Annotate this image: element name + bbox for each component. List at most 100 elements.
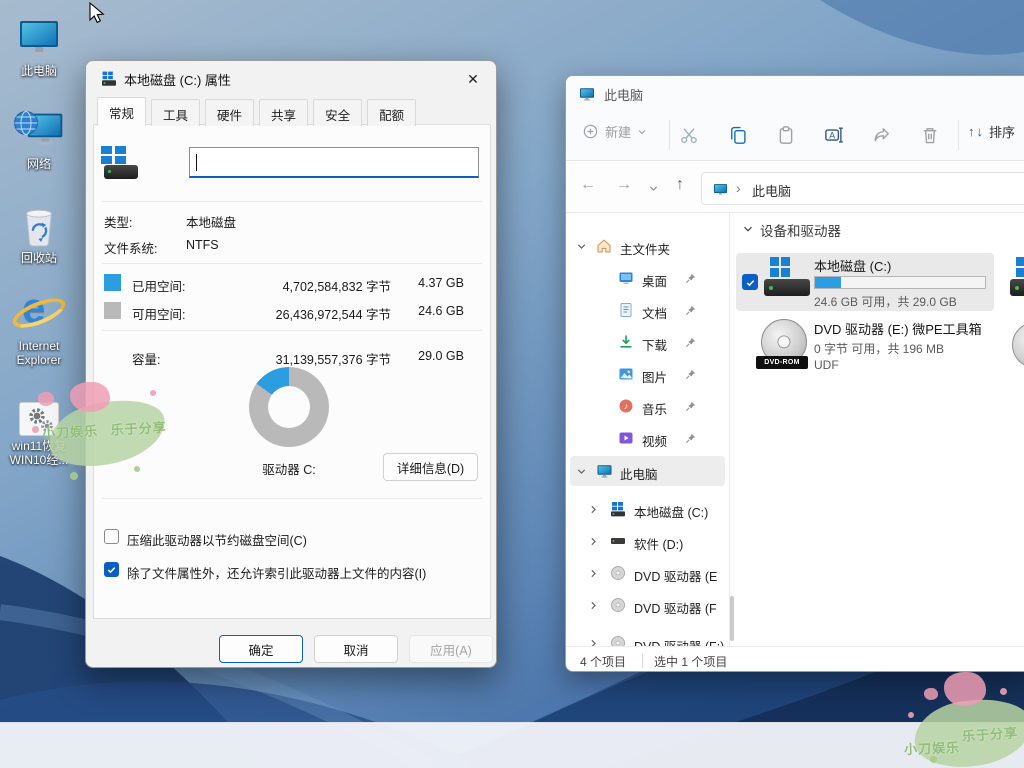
- sidebar-item-label: 此电脑: [620, 464, 658, 483]
- chevron-down-icon[interactable]: [576, 241, 587, 252]
- sidebar-item-label: 视频: [642, 431, 667, 450]
- compress-checkbox-label: 压缩此驱动器以节约磁盘空间(C): [127, 530, 307, 549]
- index-checkbox[interactable]: [104, 562, 119, 577]
- breadcrumb-root[interactable]: 此电脑: [752, 181, 791, 200]
- dvd-rom-badge: DVD-ROM: [756, 356, 808, 369]
- taskbar: 英 拼 14:55 2022/8/12 z: [0, 722, 1024, 768]
- music-icon: ♪: [618, 398, 634, 414]
- sort-button[interactable]: ↑ ↓ 排序: [968, 122, 1015, 141]
- sidebar-item-dvd-f[interactable]: DVD 驱动器 (F: [566, 590, 729, 620]
- new-button[interactable]: 新建: [582, 122, 647, 141]
- sidebar-item-this-pc[interactable]: 此电脑: [570, 456, 725, 486]
- share-icon[interactable]: [872, 125, 892, 145]
- recycle-bin-icon: [0, 200, 78, 248]
- windows-logo-icon: [101, 146, 126, 164]
- close-button[interactable]: ✕: [462, 68, 484, 90]
- tab-hardware[interactable]: 硬件: [205, 99, 254, 126]
- sidebar-item-videos[interactable]: 视频: [566, 423, 729, 453]
- chevron-right-icon[interactable]: [588, 504, 599, 515]
- disk-icon: [610, 533, 626, 549]
- desktop-icon-recycle-bin[interactable]: 回收站: [0, 200, 78, 265]
- sidebar-item-pictures[interactable]: 图片: [566, 359, 729, 389]
- drive-name: DVD 驱动器 (E:) 微PE工具箱: [814, 319, 982, 338]
- section-chevron-icon[interactable]: [742, 223, 754, 235]
- network-icon: [0, 106, 78, 154]
- chevron-right-icon[interactable]: [588, 568, 599, 579]
- used-space-size: 4.37 GB: [396, 276, 464, 290]
- selection-count: 选中 1 个项目: [654, 653, 727, 670]
- chevron-down-icon[interactable]: [576, 466, 587, 477]
- sidebar-item-downloads[interactable]: 下载: [566, 327, 729, 357]
- desktop-icon-this-pc[interactable]: 此电脑: [0, 13, 78, 78]
- drive-item-dvd-e[interactable]: DVD-ROM DVD 驱动器 (E:) 微PE工具箱 0 字节 可用，共 19…: [736, 316, 994, 374]
- sidebar-item-label: DVD 驱动器 (E: [634, 566, 717, 585]
- tab-security[interactable]: 安全: [313, 99, 362, 126]
- up-button[interactable]: ↑: [676, 176, 684, 194]
- sidebar-item-documents[interactable]: 文档: [566, 295, 729, 325]
- tab-sharing[interactable]: 共享: [259, 99, 308, 126]
- desktop-icon-label: 网络: [0, 157, 78, 171]
- sidebar-item-desktop[interactable]: 桌面: [566, 263, 729, 293]
- volume-name-input[interactable]: [189, 147, 479, 178]
- desktop-icon-label: Internet Explorer: [0, 339, 78, 367]
- back-button[interactable]: ←: [580, 176, 596, 194]
- dvd-icon: [610, 597, 626, 613]
- sidebar-scrollbar[interactable]: [730, 596, 734, 641]
- status-bar: 4 个项目 选中 1 个项目: [566, 646, 1024, 672]
- delete-icon[interactable]: [920, 125, 940, 145]
- apply-button[interactable]: 应用(A): [409, 635, 493, 663]
- drive-usage-bar: [814, 276, 986, 289]
- chevron-right-icon[interactable]: [588, 536, 599, 547]
- compress-checkbox[interactable]: [104, 529, 119, 544]
- breadcrumb-separator: ›: [736, 180, 741, 196]
- globe-icon: [13, 110, 39, 136]
- cut-icon[interactable]: [679, 125, 699, 145]
- properties-dialog: 本地磁盘 (C:) 属性 ✕ 常规 工具 硬件 共享 安全 配额 类型: 本地磁…: [85, 60, 497, 668]
- ok-button[interactable]: 确定: [219, 635, 303, 663]
- copy-icon[interactable]: [728, 125, 748, 145]
- svg-text:A: A: [829, 130, 835, 140]
- tab-tools[interactable]: 工具: [151, 99, 200, 126]
- desktop-icon-label: 回收站: [0, 251, 78, 265]
- cancel-button[interactable]: 取消: [314, 635, 398, 663]
- chevron-right-icon[interactable]: [588, 600, 599, 611]
- desktop-icon-internet-explorer[interactable]: e Internet Explorer: [0, 288, 78, 367]
- paste-icon[interactable]: [776, 125, 796, 145]
- tab-quota[interactable]: 配额: [367, 99, 416, 126]
- pin-icon: [685, 305, 696, 316]
- pin-icon: [685, 401, 696, 412]
- filesystem-label: 文件系统:: [104, 238, 157, 257]
- address-bar[interactable]: › 此电脑: [701, 172, 1024, 205]
- drive-info: 0 字节 可用，共 196 MB: [814, 340, 944, 357]
- drive-item-partial-disk[interactable]: [1010, 257, 1024, 307]
- capacity-label: 容量:: [132, 349, 160, 368]
- sort-up-icon: ↑: [968, 124, 975, 139]
- sidebar-item-music[interactable]: ♪ 音乐: [566, 391, 729, 421]
- desktop-screen: 此电脑 网络: [0, 0, 1024, 768]
- section-header[interactable]: 设备和驱动器: [760, 220, 841, 240]
- sidebar-item-home[interactable]: 主文件夹: [566, 231, 729, 261]
- free-legend-swatch: [104, 302, 121, 319]
- drive-item-local-disk-c[interactable]: 本地磁盘 (C:) 24.6 GB 可用，共 29.0 GB: [736, 253, 994, 311]
- drive-item-partial-dvd[interactable]: [1012, 322, 1024, 368]
- sidebar-item-local-disk-c[interactable]: 本地磁盘 (C:): [566, 494, 729, 524]
- desktop-icon-win11-restore[interactable]: win11恢复 WIN10经...: [0, 388, 78, 467]
- used-space-bytes: 4,702,584,832 字节: [236, 276, 391, 295]
- sidebar-item-disk-d[interactable]: 软件 (D:): [566, 526, 729, 556]
- window-title: 此电脑: [604, 85, 643, 104]
- history-chevron-icon[interactable]: [648, 183, 659, 194]
- this-pc-monitor-icon: [578, 86, 596, 102]
- details-button[interactable]: 详细信息(D): [383, 453, 478, 481]
- dvd-icon: [610, 565, 626, 581]
- item-checkbox[interactable]: [742, 274, 758, 290]
- sidebar-item-dvd-e[interactable]: DVD 驱动器 (E: [566, 558, 729, 588]
- drive-filesystem: UDF: [814, 358, 839, 372]
- rename-icon[interactable]: A: [824, 125, 844, 145]
- desktop-icon-network[interactable]: 网络: [0, 106, 78, 171]
- free-space-size: 24.6 GB: [396, 304, 464, 318]
- tab-general[interactable]: 常规: [97, 97, 146, 126]
- hard-drive-icon: [104, 165, 138, 179]
- documents-icon: [618, 302, 634, 318]
- forward-button[interactable]: →: [616, 176, 632, 194]
- home-icon: [596, 238, 612, 254]
